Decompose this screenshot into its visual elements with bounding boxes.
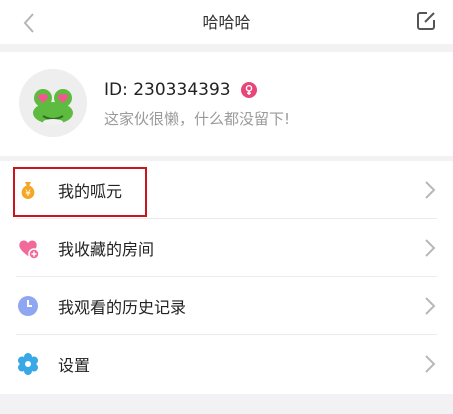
menu-item-label: 我收藏的房间 <box>58 240 155 259</box>
female-icon <box>240 82 257 98</box>
chevron-right-icon <box>425 297 436 315</box>
chevron-right-icon <box>425 181 436 199</box>
heart-plus-icon <box>16 236 40 260</box>
top-bar: 哈哈哈 <box>0 0 453 44</box>
chevron-right-icon <box>425 239 436 257</box>
menu-item-settings[interactable]: 设置 <box>0 335 453 393</box>
user-id-text: ID: 230334393 <box>104 80 231 100</box>
chevron-right-icon <box>425 355 436 373</box>
user-id: ID: 230334393 <box>104 80 257 100</box>
menu-item-watch-history[interactable]: 我观看的历史记录 <box>0 277 453 335</box>
avatar[interactable] <box>19 69 87 137</box>
gear-icon <box>16 352 40 376</box>
page-title: 哈哈哈 <box>202 13 251 32</box>
user-bio: 这家伙很懒，什么都没留下! <box>104 110 291 128</box>
menu-item-label: 设置 <box>58 356 91 375</box>
profile-card[interactable]: ID: 230334393 这家伙很懒，什么都没留下! <box>0 52 453 156</box>
edit-icon <box>417 12 435 30</box>
clock-icon <box>16 294 40 318</box>
highlight-box <box>13 167 147 217</box>
frog-avatar-icon <box>33 89 73 125</box>
menu-item-label: 我观看的历史记录 <box>58 298 187 317</box>
edit-button[interactable] <box>413 8 439 34</box>
menu-item-favorite-rooms[interactable]: 我收藏的房间 <box>0 219 453 277</box>
